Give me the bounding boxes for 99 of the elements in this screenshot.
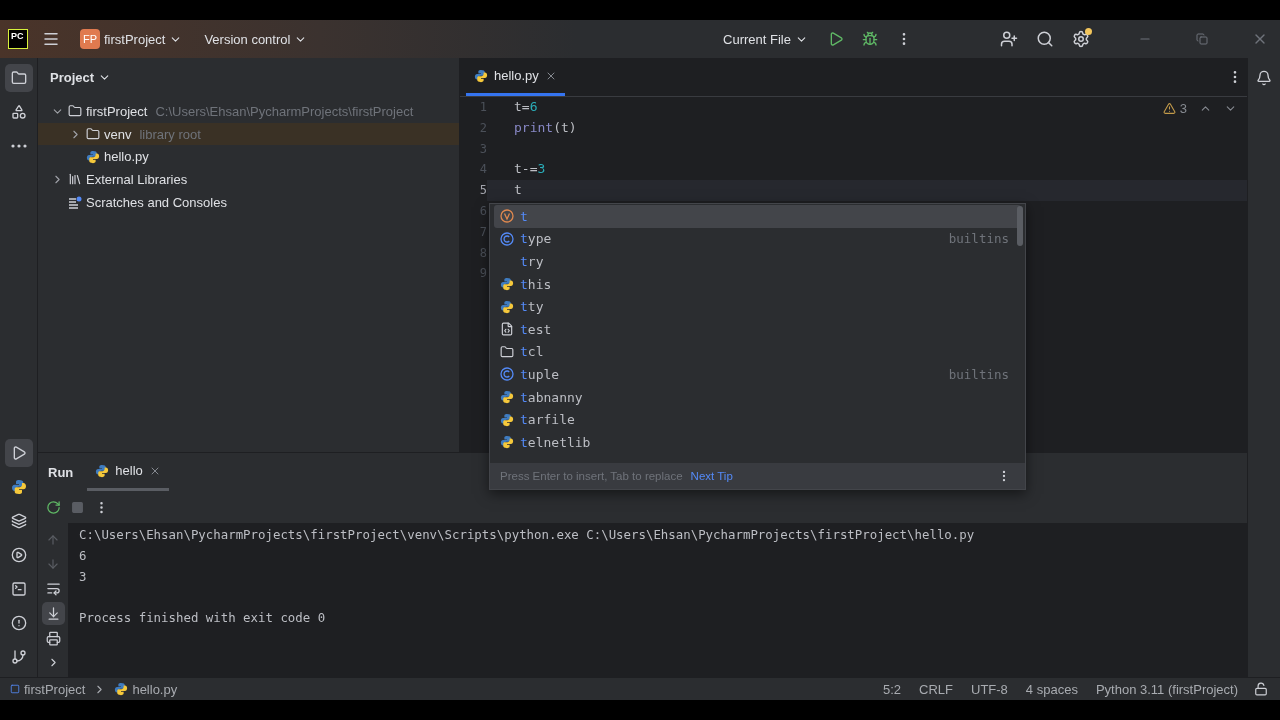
more-icon xyxy=(10,144,27,148)
status-item[interactable]: CRLF xyxy=(913,681,959,697)
completion-source: builtins xyxy=(948,231,1009,247)
tree-item-hint: library root xyxy=(139,126,201,142)
vcs-dropdown[interactable]: Version control xyxy=(198,27,314,51)
console-line: 6 xyxy=(79,546,88,565)
python-icon xyxy=(500,435,514,450)
rerun-icon xyxy=(46,499,61,515)
shapes-icon xyxy=(10,103,27,121)
completion-item[interactable]: this xyxy=(494,272,1021,296)
completion-item[interactable]: telnetlib xyxy=(494,430,1021,454)
scrollbar-thumb[interactable] xyxy=(1017,206,1023,246)
code-line: t=6 xyxy=(514,99,538,114)
wrap-icon xyxy=(45,581,61,596)
git-branch-icon xyxy=(10,648,27,666)
line-number: 5 xyxy=(479,182,487,200)
arrow-down-icon xyxy=(46,557,60,571)
scratches-icon xyxy=(68,195,82,210)
tool-window-button[interactable] xyxy=(4,64,33,92)
python-icon xyxy=(500,277,514,292)
python-icon xyxy=(86,149,100,164)
tree-item[interactable]: External Libraries xyxy=(38,168,459,191)
status-item[interactable]: 5:2 xyxy=(877,681,908,697)
completion-item[interactable]: type builtins xyxy=(494,227,1021,251)
arrow-up-icon xyxy=(46,533,60,547)
status-item[interactable]: UTF-8 xyxy=(965,681,1014,697)
code-line: t xyxy=(514,182,522,198)
play-icon xyxy=(828,31,844,47)
tree-item[interactable]: hello.py xyxy=(38,145,459,169)
package-icon xyxy=(500,322,514,337)
breadcrumb[interactable]: firstProject xyxy=(8,681,88,697)
tool-window-button[interactable] xyxy=(4,439,33,467)
run-tab[interactable]: hello xyxy=(87,453,169,491)
completion-item[interactable]: tcl xyxy=(494,340,1021,364)
warning-icon xyxy=(1162,102,1176,115)
scroll-to-end-button[interactable] xyxy=(41,602,65,625)
completion-item[interactable]: try xyxy=(494,250,1021,273)
search-icon xyxy=(1036,30,1054,48)
tree-item[interactable]: Scratches and Consoles xyxy=(38,190,459,214)
tree-item-hint: C:\Users\Ehsan\PycharmProjects\firstProject xyxy=(155,103,414,119)
completion-item[interactable]: tabnanny xyxy=(494,385,1021,409)
python-icon xyxy=(500,299,514,314)
circle-play-icon xyxy=(10,546,27,564)
settings-icon xyxy=(1072,30,1090,48)
add-user-icon xyxy=(1000,30,1018,48)
next-tip-link[interactable]: Next Tip xyxy=(690,470,733,482)
menu-icon xyxy=(42,30,60,48)
app-logo: PC xyxy=(8,29,28,49)
tree-item-label: hello.py xyxy=(104,149,149,165)
completion-item[interactable]: test xyxy=(494,317,1021,341)
console-line: C:\Users\Ehsan\PycharmProjects\firstProject\venv\Scripts\python.exe C:\Users\Ehsan\PycharmProjects\firstProject\hello.py xyxy=(79,526,976,544)
tree-item[interactable]: venv library root xyxy=(38,122,459,146)
code-line: print(t) xyxy=(514,119,577,135)
tree-item-label: firstProject xyxy=(86,103,148,119)
run-config-dropdown[interactable]: Current File xyxy=(717,27,814,51)
project-badge: FP xyxy=(80,29,100,49)
panel-title: Run xyxy=(48,464,74,480)
alert-icon xyxy=(10,614,27,632)
completion-item[interactable]: tty xyxy=(494,295,1021,318)
tree-item[interactable]: firstProject C:\Users\Ehsan\PycharmProjects\firstProject xyxy=(38,100,459,123)
folder-icon xyxy=(68,104,82,119)
folder-icon xyxy=(86,127,100,142)
python-icon xyxy=(10,478,27,496)
console-line: 3 xyxy=(79,567,88,586)
completion-source: builtins xyxy=(948,366,1009,382)
lock-icon xyxy=(1254,682,1268,696)
layers-icon xyxy=(10,512,27,530)
module-icon xyxy=(10,684,20,694)
restore-icon xyxy=(1196,33,1208,45)
completion-item[interactable]: tuple builtins xyxy=(494,363,1021,386)
python-icon xyxy=(500,390,514,405)
python-icon xyxy=(95,463,110,478)
editor-tab[interactable]: hello.py xyxy=(466,58,565,96)
bell-icon xyxy=(1256,69,1272,87)
console-line: Process finished with exit code 0 xyxy=(79,609,327,628)
python-icon xyxy=(474,68,488,83)
bug-icon xyxy=(862,31,878,47)
tree-item-label: venv xyxy=(104,126,132,142)
terminal-icon xyxy=(10,580,27,598)
stop-icon xyxy=(71,500,84,514)
class-icon xyxy=(500,231,514,246)
code-line: t-=3 xyxy=(514,161,546,177)
class-icon xyxy=(500,367,514,382)
warning-count: 3 xyxy=(1179,101,1187,116)
project-view-dropdown[interactable]: Project xyxy=(44,65,118,89)
breadcrumb[interactable]: hello.py xyxy=(112,681,180,697)
folder-icon xyxy=(500,344,514,359)
tree-item-label: Scratches and Consoles xyxy=(86,194,227,210)
library-icon xyxy=(68,172,82,187)
project-dropdown[interactable]: FP firstProject xyxy=(74,25,189,53)
completion-item[interactable]: tarfile xyxy=(494,408,1021,431)
printer-icon xyxy=(45,631,61,646)
python-icon xyxy=(114,682,129,696)
python-icon xyxy=(500,412,514,427)
tree-item-label: External Libraries xyxy=(86,171,188,187)
status-item[interactable]: 4 spaces xyxy=(1019,681,1084,697)
status-item[interactable]: Python 3.11 (firstProject) xyxy=(1089,681,1244,697)
variable-icon xyxy=(500,209,514,224)
folder-icon xyxy=(10,69,27,87)
